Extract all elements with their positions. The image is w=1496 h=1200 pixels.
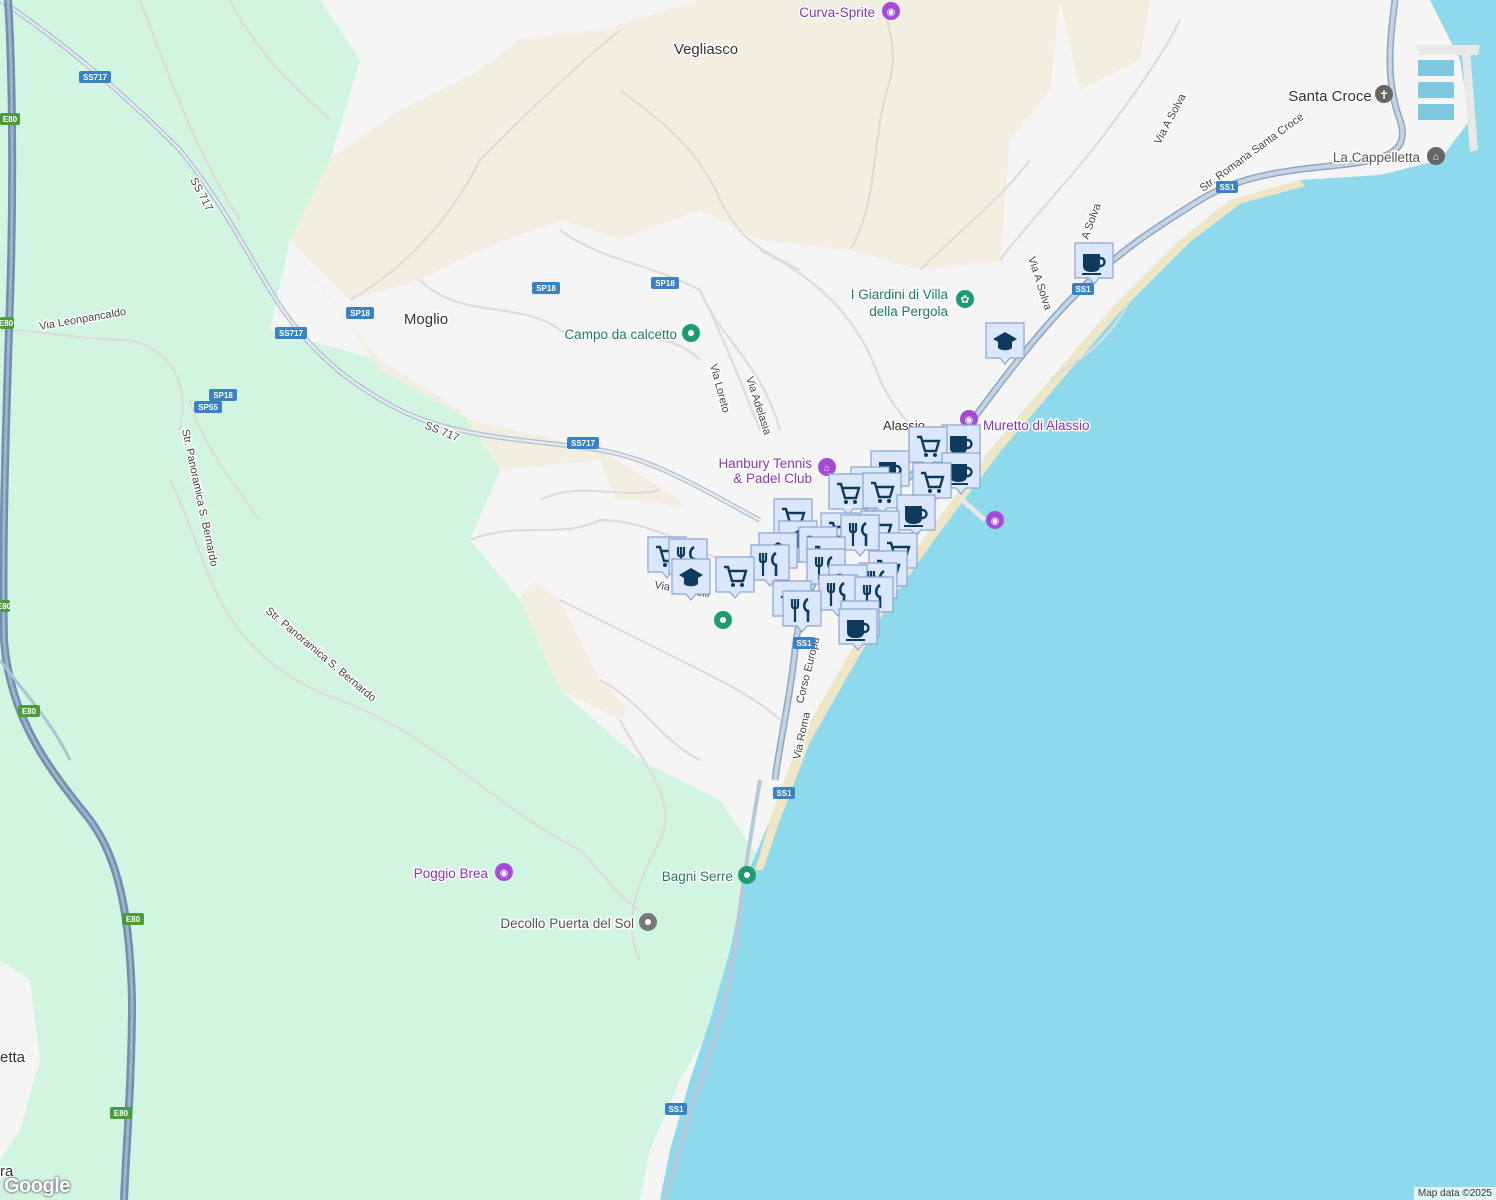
shop-marker (715, 556, 755, 599)
shop-marker (828, 473, 868, 516)
cafe-marker (838, 608, 878, 651)
shield-e80: E80 (126, 915, 141, 924)
svg-text:◉: ◉ (965, 415, 974, 426)
poi-giardini: I Giardini di Villa (851, 287, 949, 302)
shield-e80: E80 (0, 319, 14, 328)
google-logo: Google (4, 1175, 70, 1197)
shield-ss717: SS717 (571, 439, 596, 448)
shield-ss1: SS1 (796, 639, 812, 648)
poi-muretto: Muretto di Alassio (983, 418, 1090, 433)
shield-e80: E80 (0, 602, 12, 611)
cafe-marker (1074, 242, 1114, 285)
place-etta: etta (0, 1049, 26, 1066)
shield-sp55: SP55 (198, 403, 218, 412)
svg-text:⌂: ⌂ (1433, 152, 1439, 163)
shield-sp18: SP18 (350, 309, 370, 318)
map-attribution: Map data ©2025 (1413, 1187, 1496, 1200)
cafe-marker (896, 494, 936, 537)
svg-text:✝: ✝ (1379, 88, 1389, 102)
shield-e80: E80 (114, 1109, 129, 1118)
poi-decollo: Decollo Puerta del Sol (500, 916, 634, 931)
svg-text:◉: ◉ (500, 868, 509, 879)
restaurant-marker (750, 544, 790, 587)
place-vegliasco: Vegliasco (674, 41, 738, 58)
shield-ss717: SS717 (279, 329, 304, 338)
shield-sp18: SP18 (213, 391, 233, 400)
restaurant-marker (782, 590, 822, 633)
poi-hanbury: Hanbury Tennis (718, 456, 812, 471)
place-santa-croce: Santa Croce (1288, 88, 1371, 105)
school-marker (671, 558, 711, 601)
shield-sp18: SP18 (536, 284, 556, 293)
map-canvas[interactable]: Vegliasco Moglio Santa Croce Alassio ett… (0, 0, 1496, 1200)
poi-giardini-2: della Pergola (869, 304, 948, 319)
place-moglio: Moglio (404, 311, 448, 328)
poi-bagni-serre: Bagni Serre (662, 869, 733, 884)
shop-marker (862, 472, 902, 515)
poi-curva-sprite: Curva-Sprite (799, 5, 875, 20)
svg-text:◉: ◉ (991, 516, 1000, 527)
poi-cappelletta: La Cappelletta (1333, 150, 1421, 165)
svg-text:◉: ◉ (887, 7, 896, 18)
shield-e80: E80 (22, 707, 37, 716)
restaurant-marker (840, 514, 880, 557)
poi-campo: Campo da calcetto (564, 327, 677, 342)
shield-ss1: SS1 (776, 789, 792, 798)
shield-ss1: SS1 (1075, 285, 1091, 294)
shop-marker (908, 426, 948, 469)
shield-ss1: SS1 (668, 1105, 684, 1114)
poi-poggio-brea: Poggio Brea (414, 866, 489, 881)
svg-text:⌂: ⌂ (824, 463, 830, 474)
poi-hanbury-2: & Padel Club (733, 471, 812, 486)
svg-text:✿: ✿ (960, 294, 969, 306)
school-marker (985, 322, 1025, 365)
shield-e80: E80 (3, 115, 18, 124)
shield-sp18: SP18 (655, 279, 675, 288)
shield-ss1: SS1 (1219, 183, 1235, 192)
shield-ss717: SS717 (83, 73, 108, 82)
